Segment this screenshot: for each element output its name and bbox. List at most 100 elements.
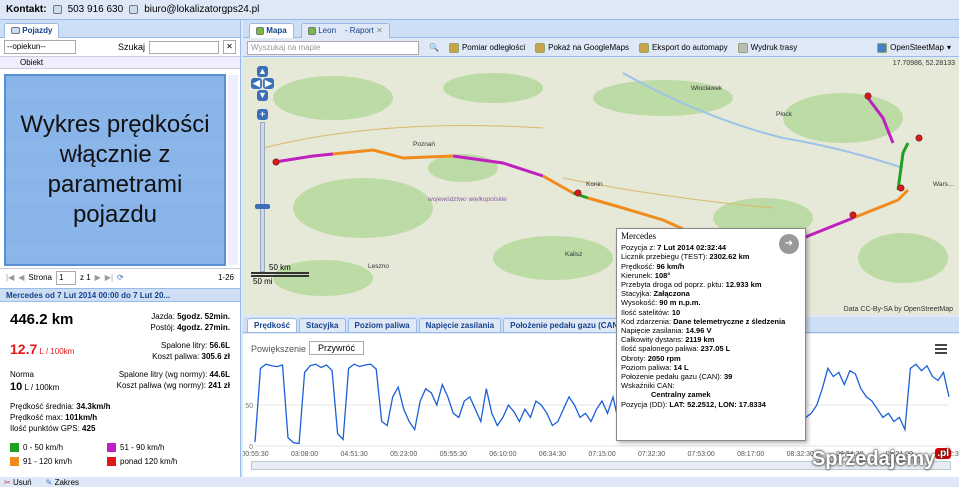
search-icon[interactable]: 🔍 <box>429 43 439 52</box>
chart-tab[interactable]: Napięcie zasilania <box>418 318 502 332</box>
x-tick-label: 00:55:30 <box>243 451 269 458</box>
pan-right-icon[interactable]: ▶ <box>263 78 274 89</box>
watermark-tld: .pl <box>935 448 951 459</box>
popup-line-label: Poziom paliwa: <box>621 362 674 372</box>
export-icon <box>639 42 650 53</box>
popup-line: Pozycja z: 7 Lut 2014 02:32:44 <box>621 243 801 252</box>
norm-fuel: 44.6L <box>209 370 230 379</box>
x-tick-label: 07:53:00 <box>688 451 715 458</box>
search-label[interactable]: Szukaj <box>118 42 145 52</box>
zoom-slider[interactable] <box>260 122 265 272</box>
popup-line-label: Kierunek: <box>621 270 655 280</box>
popup-line-label: Prędkość: <box>621 261 657 271</box>
mail-icon <box>129 5 139 14</box>
clear-icon[interactable]: ✕ <box>223 40 236 54</box>
map-coords: 17.70986, 52.28133 <box>892 60 955 67</box>
google-label: Pokaż na GoogleMaps <box>548 43 630 52</box>
scale-km: 50 km <box>251 263 309 274</box>
norm-value: 10 <box>10 381 23 393</box>
chart-tab[interactable]: Poziom paliwa <box>347 318 417 332</box>
contact-bar: Kontakt: 503 916 630 biuro@lokalizatorgp… <box>0 0 959 20</box>
object-column-header[interactable]: Obiekt <box>0 56 240 69</box>
tab-report[interactable]: Leon - Raport ✕ <box>301 23 390 38</box>
popup-line-label: Stacyjka: <box>621 289 654 299</box>
popup-line-value: 10 <box>671 307 681 317</box>
popup-line-value: 2050 rpm <box>647 353 681 363</box>
popup-line-label: Wysokość: <box>621 298 660 308</box>
map-view[interactable]: Włocławek Płock Poznań Konin Leszno Kali… <box>243 58 959 315</box>
chart-tab[interactable]: Stacyjka <box>299 318 346 332</box>
legend-label: 91 - 120 km/h <box>23 457 72 466</box>
x-tick-label: 04:51:30 <box>341 451 368 458</box>
page-of: z 1 <box>79 273 91 282</box>
city-label: Włocławek <box>691 85 723 92</box>
vehicle-summary-header[interactable]: Mercedes od 7 Lut 2014 00:00 do 7 Lut 20… <box>0 288 240 302</box>
report-icon <box>308 26 316 35</box>
popup-line: Obroty: 2050 rpm <box>621 354 801 363</box>
speed-series-line <box>254 363 950 445</box>
close-tab-icon[interactable]: ✕ <box>376 26 383 35</box>
list-scrollbar[interactable] <box>228 75 238 265</box>
map-attribution[interactable]: Data CC-By-SA by OpenStreetMap <box>844 306 953 313</box>
export-button[interactable]: Eksport do automapy <box>639 42 728 53</box>
max-speed-label: Prędkość max: <box>10 413 63 422</box>
delete-label: Usuń <box>12 478 32 487</box>
measure-button[interactable]: Pomiar odległości <box>448 42 525 53</box>
pan-up-icon[interactable]: ▲ <box>257 66 268 77</box>
y-tick-label: 50 <box>245 403 253 410</box>
print-button[interactable]: Wydruk trasy <box>737 42 797 53</box>
speed-chart[interactable]: Powiększenie Przywróć 0 50 00:55:30 03:08:0… <box>243 334 959 477</box>
range-button[interactable]: ✎ Zakres <box>46 478 79 487</box>
contact-email[interactable]: biuro@lokalizatorgps24.pl <box>144 4 259 15</box>
legend-item: 51 - 90 km/h <box>107 443 164 453</box>
chart-tab[interactable]: Prędkość <box>247 318 298 332</box>
map-canvas[interactable]: Włocławek Płock Poznań Konin Leszno Kali… <box>243 58 959 315</box>
popup-line: Wskaźniki CAN: <box>621 381 801 390</box>
tab-map[interactable]: Mapa <box>249 23 294 38</box>
popup-line: Kod zdarzenia: Dane telemetryczne z śled… <box>621 317 801 326</box>
tab-vehicles[interactable]: Pojazdy <box>4 23 60 38</box>
popup-line-value: 12.933 km <box>725 280 762 290</box>
delete-button[interactable]: ✂ Usuń <box>4 478 32 487</box>
pager: |◀ ◀ Strona 1 z 1 ▶ ▶| ⟳ 1-26 <box>0 268 240 286</box>
city-label: Konin <box>586 181 603 188</box>
reset-zoom-button[interactable]: Przywróć <box>309 341 365 355</box>
popup-line: Licznik przebiegu (TEST): 2302.62 km <box>621 252 801 261</box>
page-input[interactable]: 1 <box>55 270 76 285</box>
export-label: Eksport do automapy <box>652 43 728 52</box>
main-panel: Mapa Leon - Raport ✕ Wyszukaj na mapie 🔍… <box>243 20 959 477</box>
phone-icon <box>52 5 62 14</box>
last-page-icon[interactable]: ▶| <box>105 273 113 282</box>
popup-close-icon[interactable]: ➜ <box>779 234 799 254</box>
first-page-icon[interactable]: |◀ <box>6 273 14 282</box>
gps-points: 425 <box>82 424 96 433</box>
main-tabstrip: Mapa Leon - Raport ✕ <box>243 20 959 38</box>
pan-left-icon[interactable]: ◀ <box>251 78 262 89</box>
refresh-icon[interactable]: ⟳ <box>117 273 124 282</box>
drive-label: Jazda: <box>151 312 175 321</box>
popup-line: Wysokość: 90 m n.p.m. <box>621 298 801 307</box>
google-maps-button[interactable]: Pokaż na GoogleMaps <box>535 42 630 53</box>
legend-label: 0 - 50 km/h <box>23 443 64 452</box>
tab-map-label: Mapa <box>266 26 287 35</box>
popup-line-label: Pozycja z: <box>621 243 658 253</box>
zoom-slider-handle[interactable] <box>255 204 270 209</box>
x-tick-label: 05:23:00 <box>390 451 417 458</box>
legend-label: ponad 120 km/h <box>120 457 178 466</box>
car-icon <box>11 27 20 35</box>
fuel-used: 56.6L <box>209 341 230 350</box>
delete-icon: ✂ <box>4 478 11 487</box>
group-select[interactable]: --opiekun-- <box>4 40 76 54</box>
prev-page-icon[interactable]: ◀ <box>18 273 24 282</box>
pan-down-icon[interactable]: ▼ <box>257 90 268 101</box>
popup-line: Pozycja (DD): LAT: 52.2512, LON: 17.8334 <box>621 400 801 409</box>
globe-icon <box>535 42 546 53</box>
layer-select[interactable]: OpenSteetMap ▾ <box>877 42 951 53</box>
zoom-in-icon[interactable]: + <box>257 109 268 120</box>
chart-tab[interactable]: Położenie pedału gazu (CAN <box>503 318 626 332</box>
watermark: Sprzedajemy .pl <box>812 448 951 471</box>
map-search-input[interactable]: Wyszukaj na mapie <box>247 40 419 55</box>
vehicle-search-input[interactable] <box>149 40 219 54</box>
next-page-icon[interactable]: ▶ <box>95 273 101 282</box>
popup-line: Ilość satelitów: 10 <box>621 308 801 317</box>
